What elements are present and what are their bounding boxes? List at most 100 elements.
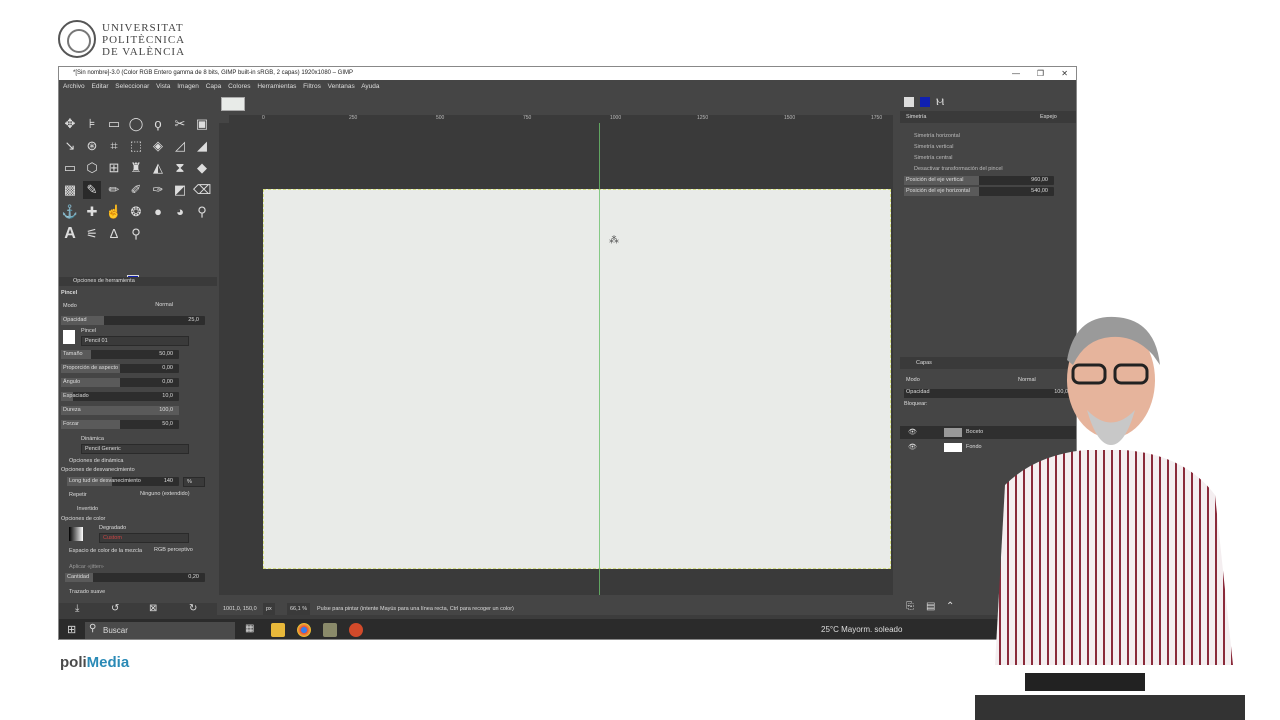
new-layer-group-icon[interactable]: ▤ xyxy=(926,601,935,612)
angle-slider[interactable]: Ángulo 0,00 xyxy=(61,378,179,387)
menu-herramientas[interactable]: Herramientas xyxy=(257,83,296,90)
paintbrush-icon[interactable]: ✎ xyxy=(83,181,101,199)
jitter-checkbox[interactable]: Aplicar «jitter» xyxy=(69,563,215,572)
dodge-icon[interactable]: ● xyxy=(149,203,167,221)
amount-slider[interactable]: Cantidad 0,20 xyxy=(65,573,205,582)
zoom-select[interactable]: 66,1 % xyxy=(287,603,311,615)
fuzzy-select-icon[interactable]: ↘ xyxy=(61,137,79,155)
menu-seleccionar[interactable]: Seleccionar xyxy=(115,83,149,90)
image-canvas[interactable] xyxy=(263,189,891,569)
tab-symmetry-icon[interactable]: Ⲙ xyxy=(936,97,944,108)
disable-brush-transform-checkbox[interactable]: Desactivar transformación del pincel xyxy=(914,166,1003,172)
brush-preview[interactable] xyxy=(63,330,75,344)
mode-select[interactable]: Normal xyxy=(119,301,179,311)
fade-unit-select[interactable]: % xyxy=(183,477,205,487)
perspective-icon[interactable]: ⬡ xyxy=(83,159,101,177)
horizontal-axis-slider[interactable]: Posición del eje horizontal 540,00 xyxy=(904,187,1054,196)
taskbar-search[interactable]: Buscar xyxy=(85,622,235,639)
paths-icon[interactable]: ⚲ xyxy=(193,203,211,221)
mypaint-icon[interactable]: ◩ xyxy=(171,181,189,199)
menu-archivo[interactable]: Archivo xyxy=(63,83,85,90)
unified-transform-icon[interactable]: ⬚ xyxy=(127,137,145,155)
inverted-checkbox[interactable]: Invertido xyxy=(77,505,223,514)
dynamics-options-expander[interactable]: Opciones de dinámica xyxy=(69,457,215,466)
eye-icon[interactable]: 👁 xyxy=(908,428,917,436)
move-tool-icon[interactable]: ✥ xyxy=(61,115,79,133)
warp-icon[interactable]: ◈ xyxy=(149,137,167,155)
maximize-button[interactable]: ❐ xyxy=(1037,67,1044,80)
measure-icon[interactable]: Δ xyxy=(105,225,123,243)
align-tool-icon[interactable]: ⊧ xyxy=(83,115,101,133)
pencil-icon[interactable]: ✏ xyxy=(105,181,123,199)
cage-icon[interactable]: ◿ xyxy=(171,137,189,155)
hardness-slider[interactable]: Dureza 100,0 xyxy=(61,406,179,415)
paint-bucket-icon[interactable]: ◭ xyxy=(149,159,167,177)
menu-editar[interactable]: Editar xyxy=(92,83,109,90)
bucket-fill-icon[interactable]: ◆ xyxy=(193,159,211,177)
airbrush-icon[interactable]: ✐ xyxy=(127,181,145,199)
tool-options-tab[interactable]: Opciones de herramienta xyxy=(59,277,217,286)
eye-icon[interactable]: 👁 xyxy=(908,443,917,451)
ink-icon[interactable]: ✑ xyxy=(149,181,167,199)
new-layer-icon[interactable]: ⎘ xyxy=(906,601,914,612)
foreground-select-icon[interactable]: ▣ xyxy=(193,115,211,133)
symmetry-central-checkbox[interactable]: Simetría central xyxy=(914,155,953,161)
size-slider[interactable]: Tamaño 50,00 xyxy=(61,350,179,359)
eraser-icon[interactable]: ⌫ xyxy=(193,181,211,199)
minimize-button[interactable]: — xyxy=(1012,67,1020,80)
reset-options-icon[interactable]: ↻ xyxy=(189,603,197,614)
clone-icon[interactable]: ⚓ xyxy=(61,203,79,221)
smooth-stroke-checkbox[interactable]: Trazado suave xyxy=(69,588,215,597)
unit-select[interactable]: px xyxy=(263,603,275,615)
delete-options-icon[interactable]: ⊠ xyxy=(149,603,157,614)
powerpoint-icon[interactable] xyxy=(349,623,363,637)
file-explorer-icon[interactable] xyxy=(271,623,285,637)
repeat-select[interactable]: Ninguno (extendido) xyxy=(137,490,205,500)
gradient-icon[interactable]: ▩ xyxy=(61,181,79,199)
save-options-icon[interactable]: ⤓ xyxy=(75,603,79,614)
vertical-axis-slider[interactable]: Posición del eje vertical 960,00 xyxy=(904,176,1054,185)
text-tool-icon[interactable]: A xyxy=(61,225,79,243)
aspect-slider[interactable]: Proporción de aspecto 0,00 xyxy=(61,364,179,373)
menu-ventanas[interactable]: Ventanas xyxy=(328,83,355,90)
menu-vista[interactable]: Vista xyxy=(156,83,170,90)
gradient-select[interactable]: Custom xyxy=(99,533,189,543)
color-picker-icon[interactable]: ⚟ xyxy=(83,225,101,243)
windows-start-icon[interactable]: ⊞ xyxy=(67,623,76,636)
scissors-icon[interactable]: ✂ xyxy=(171,115,189,133)
color-select-icon[interactable]: ⊛ xyxy=(83,137,101,155)
menu-ayuda[interactable]: Ayuda xyxy=(361,83,379,90)
lasso-icon[interactable]: ϙ xyxy=(149,115,167,133)
symmetry-horizontal-checkbox[interactable]: Simetría horizontal xyxy=(914,133,960,139)
dynamics-select[interactable]: Pencil Generic xyxy=(81,444,189,454)
menu-imagen[interactable]: Imagen xyxy=(177,83,199,90)
flip-icon[interactable]: ◢ xyxy=(193,137,211,155)
opacity-slider[interactable]: Opacidad 25,0 xyxy=(61,316,205,325)
rect-select-icon[interactable]: ▭ xyxy=(105,115,123,133)
smudge-icon[interactable]: ☝ xyxy=(105,203,123,221)
gimp-taskbar-icon[interactable] xyxy=(323,623,337,637)
brush-select[interactable]: Pencil 01 xyxy=(81,336,189,346)
burn-icon[interactable]: ◕ xyxy=(171,203,189,221)
zoom-icon[interactable]: ⚲ xyxy=(127,225,145,243)
grid-icon[interactable]: ⊞ xyxy=(105,159,123,177)
crop-icon[interactable]: ⌗ xyxy=(105,137,123,155)
raise-layer-icon[interactable]: ⌃ xyxy=(946,601,954,612)
force-slider[interactable]: Forzar 50,0 xyxy=(61,420,179,429)
clone-stamp-icon[interactable]: ♜ xyxy=(127,159,145,177)
blur-icon[interactable]: ❂ xyxy=(127,203,145,221)
menu-capa[interactable]: Capa xyxy=(206,83,222,90)
tab-colors-icon[interactable] xyxy=(920,97,930,107)
image-tab-thumbnail[interactable] xyxy=(221,97,245,111)
heal-icon[interactable]: ✚ xyxy=(83,203,101,221)
tab-tool-options-icon[interactable] xyxy=(904,97,914,107)
symmetry-mode-select[interactable]: Espejo xyxy=(1040,111,1057,123)
chrome-icon[interactable] xyxy=(297,623,311,637)
fade-length-slider[interactable]: Long tud de desvanecimiento 140 xyxy=(67,477,179,486)
blend-space-select[interactable]: RGB perceptivo xyxy=(151,546,205,556)
symmetry-vertical-checkbox[interactable]: Simetría vertical xyxy=(914,144,953,150)
ellipse-select-icon[interactable]: ◯ xyxy=(127,115,145,133)
task-view-icon[interactable]: ▦ xyxy=(245,623,254,634)
weather-widget[interactable]: 25°C Mayorm. soleado xyxy=(821,625,902,634)
gradient-preview[interactable] xyxy=(69,527,83,541)
